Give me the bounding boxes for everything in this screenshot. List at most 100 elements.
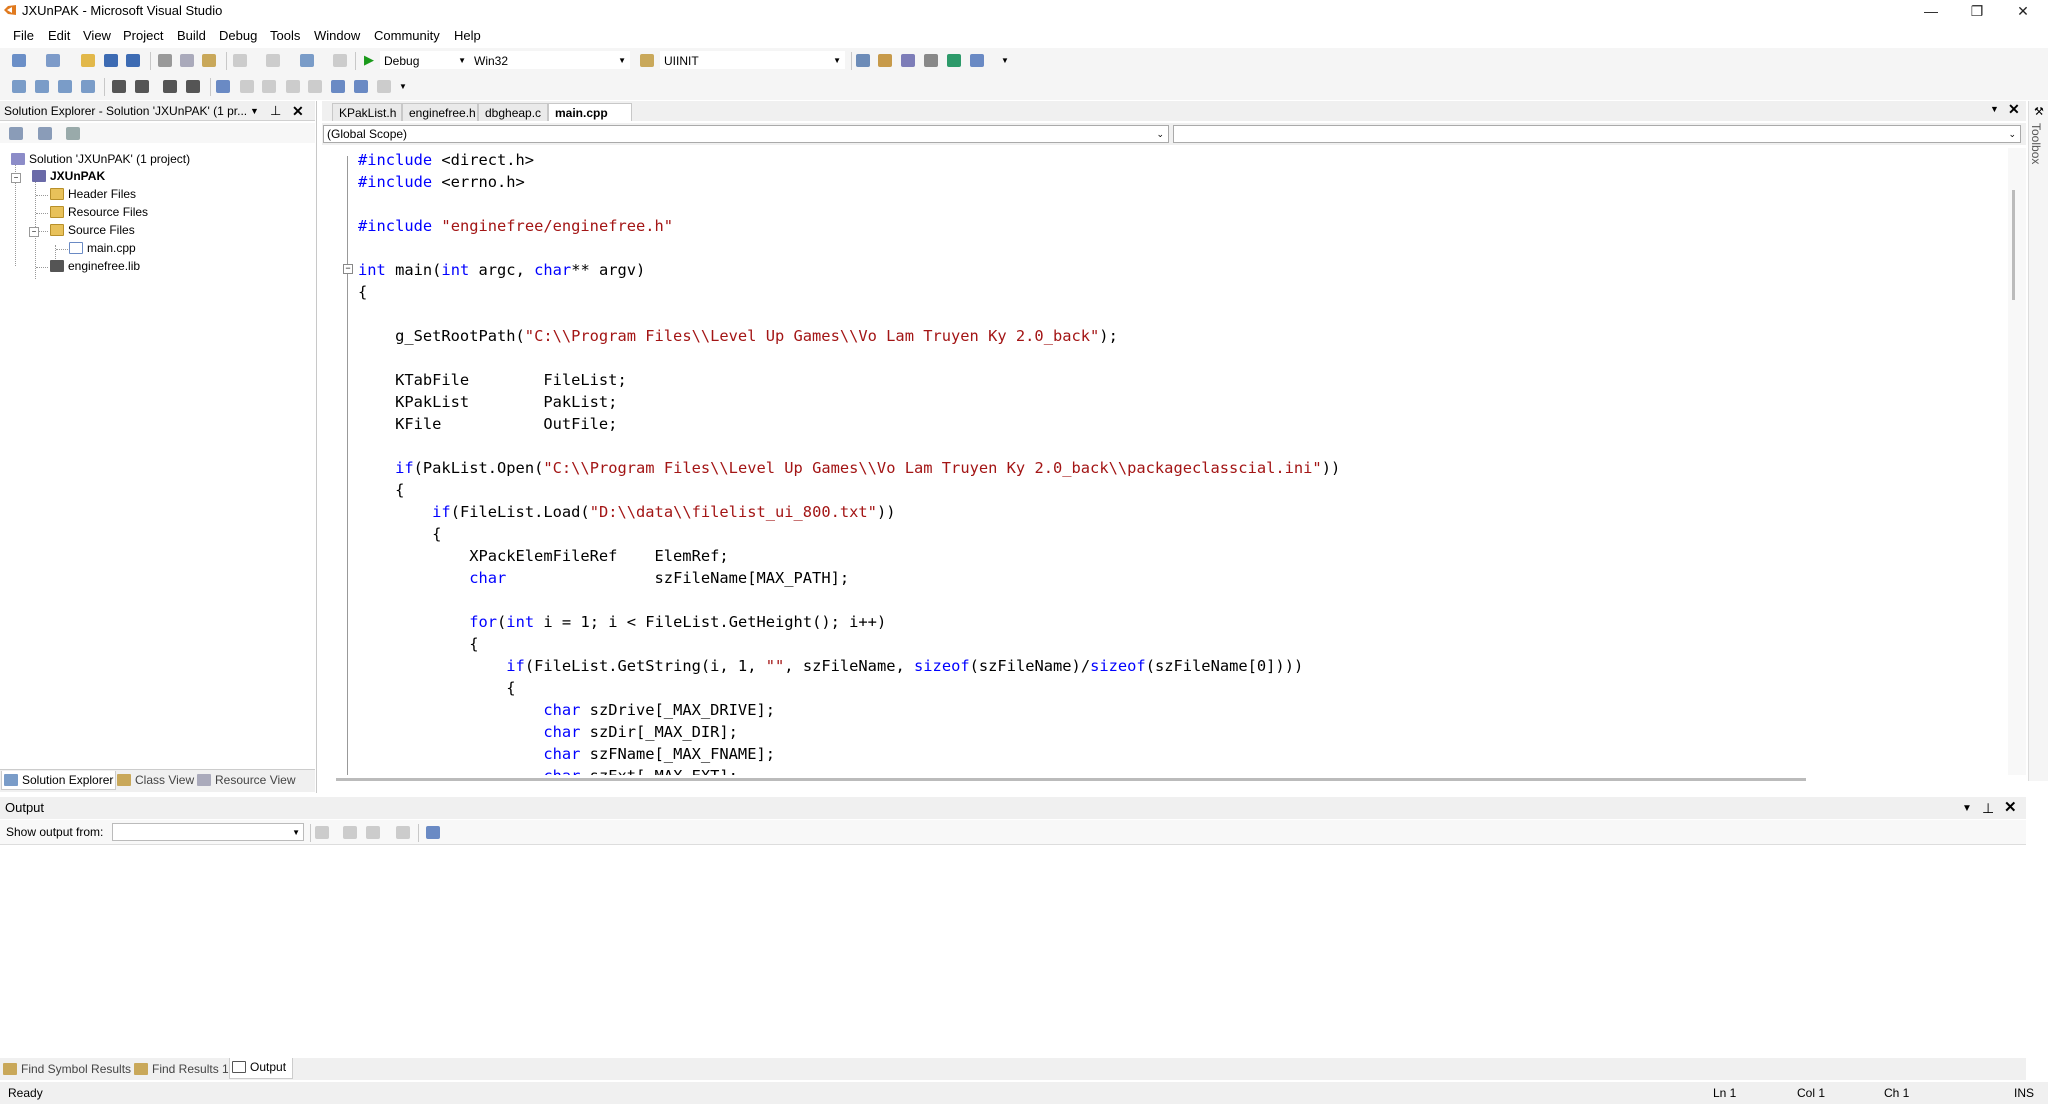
toolbox-icon[interactable] (924, 54, 938, 67)
vertical-scrollbar[interactable] (2008, 148, 2026, 775)
menu-file[interactable]: File (13, 28, 34, 43)
tree-item-project[interactable]: JXUnPAK (32, 168, 105, 185)
start-page-icon[interactable] (947, 54, 961, 67)
tab-find-results-1[interactable]: Find Results 1 (134, 1060, 229, 1078)
increase-indent-icon[interactable] (135, 80, 149, 93)
previous-bookmark-icon[interactable] (240, 80, 254, 93)
decrease-indent-icon[interactable] (112, 80, 126, 93)
toolbox-tab-icon[interactable]: ⚒ (2034, 105, 2044, 118)
auto-hide-pin-icon[interactable]: ⊥ (1982, 797, 1994, 819)
start-debugging-icon[interactable]: ▶ (364, 52, 374, 68)
comment-lines-icon[interactable] (163, 80, 177, 93)
display-quick-info-icon[interactable] (58, 80, 72, 93)
close-panel-icon[interactable]: ✕ (292, 101, 304, 121)
toolbox-tab[interactable]: Toolbox (2029, 123, 2043, 164)
close-document-icon[interactable]: ✕ (2008, 101, 2020, 118)
uncomment-lines-icon[interactable] (186, 80, 200, 93)
tab-solution-explorer[interactable]: Solution Explorer (1, 771, 116, 790)
menu-project[interactable]: Project (123, 28, 163, 43)
properties-icon[interactable] (878, 54, 892, 67)
class-view-icon[interactable] (970, 54, 984, 67)
go-to-previous-message-icon[interactable] (343, 826, 357, 839)
go-to-next-message-icon[interactable] (366, 826, 380, 839)
clear-bookmarks-icon[interactable] (377, 80, 391, 93)
window-position-dropdown-icon[interactable]: ▼ (1962, 798, 1972, 820)
next-bookmark-in-document-icon[interactable] (354, 80, 368, 93)
display-object-member-list-icon[interactable] (12, 80, 26, 93)
menu-build[interactable]: Build (177, 28, 206, 43)
menu-community[interactable]: Community (374, 28, 440, 43)
toggle-bookmark-icon[interactable] (216, 80, 230, 93)
save-all-icon[interactable] (126, 54, 140, 67)
toggle-word-wrap-icon[interactable] (426, 826, 440, 839)
show-all-files-icon[interactable] (38, 127, 52, 140)
tree-item-resource-files[interactable]: Resource Files (50, 204, 148, 221)
complete-word-icon[interactable] (81, 80, 95, 93)
vertical-scroll-thumb[interactable] (2012, 190, 2015, 300)
tree-item-source-files[interactable]: Source Files (50, 222, 135, 239)
save-icon[interactable] (104, 54, 118, 67)
undo-icon[interactable] (233, 54, 247, 67)
active-files-dropdown-icon[interactable]: ▼ (1990, 104, 1999, 114)
collapse-main-icon[interactable]: − (343, 264, 353, 274)
collapse-project-icon[interactable]: − (11, 173, 21, 183)
collapse-source-files-icon[interactable]: − (29, 227, 39, 237)
show-output-from-combo[interactable]: ▼ (112, 823, 304, 841)
tab-kpaklist-h[interactable]: KPakList.h (332, 103, 402, 121)
navigate-backward-icon[interactable] (300, 54, 314, 67)
menu-window[interactable]: Window (314, 28, 360, 43)
add-item-icon[interactable] (46, 54, 60, 67)
tree-item-main-cpp[interactable]: main.cpp (69, 240, 136, 257)
horizontal-scrollbar[interactable] (336, 778, 1806, 781)
output-text-area[interactable] (0, 845, 2026, 1057)
tab-main-cpp[interactable]: main.cpp (548, 103, 632, 121)
refresh-icon[interactable] (66, 127, 80, 140)
navigate-forward-icon[interactable] (333, 54, 347, 67)
menu-edit[interactable]: Edit (48, 28, 70, 43)
find-in-files-icon[interactable] (640, 54, 654, 67)
menu-debug[interactable]: Debug (219, 28, 257, 43)
tab-enginefree-h[interactable]: enginefree.h (402, 103, 478, 121)
object-browser-icon[interactable] (901, 54, 915, 67)
cut-icon[interactable] (158, 54, 172, 67)
tree-item-solution[interactable]: Solution 'JXUnPAK' (1 project) (11, 151, 190, 168)
tree-item-enginefree-lib[interactable]: enginefree.lib (50, 258, 140, 275)
menu-tools[interactable]: Tools (270, 28, 300, 43)
clear-all-icon[interactable] (396, 826, 410, 839)
menu-help[interactable]: Help (454, 28, 481, 43)
tab-output[interactable]: Output (229, 1058, 293, 1079)
close-output-icon[interactable]: ✕ (2004, 797, 2017, 819)
previous-bookmark-in-folder-icon[interactable] (286, 80, 300, 93)
minimize-button[interactable]: — (1908, 0, 1954, 22)
find-message-in-code-icon[interactable] (315, 826, 329, 839)
platform-combo[interactable]: Win32 ▼ (470, 51, 630, 69)
menu-view[interactable]: View (83, 28, 111, 43)
window-position-dropdown-icon[interactable]: ▼ (250, 101, 259, 121)
tree-item-header-files[interactable]: Header Files (50, 186, 136, 203)
next-bookmark-icon[interactable] (262, 80, 276, 93)
solution-explorer-icon[interactable] (856, 54, 870, 67)
toolbar-options-icon[interactable]: ▼ (1001, 56, 1009, 65)
paste-icon[interactable] (202, 54, 216, 67)
tab-dbgheap-c[interactable]: dbgheap.c (478, 103, 548, 121)
maximize-button[interactable]: ❐ (1954, 0, 2000, 22)
next-bookmark-in-folder-icon[interactable] (308, 80, 322, 93)
close-window-button[interactable]: ✕ (2000, 0, 2046, 22)
open-file-icon[interactable] (81, 54, 95, 67)
copy-icon[interactable] (180, 54, 194, 67)
toolbar-options-icon[interactable]: ▼ (399, 82, 407, 91)
tab-resource-view[interactable]: Resource View (197, 771, 295, 789)
previous-bookmark-in-document-icon[interactable] (331, 80, 345, 93)
find-combo[interactable]: UIINIT ▼ (660, 51, 845, 69)
auto-hide-pin-icon[interactable]: ⊥ (270, 101, 281, 121)
scope-combo[interactable]: (Global Scope) ⌄ (323, 125, 1169, 143)
tab-find-symbol-results[interactable]: Find Symbol Results (3, 1060, 131, 1078)
redo-icon[interactable] (266, 54, 280, 67)
code-editor[interactable]: − #include <direct.h> #include <errno.h>… (322, 148, 2008, 775)
properties-icon[interactable] (9, 127, 23, 140)
new-project-icon[interactable] (12, 54, 26, 67)
display-parameter-info-icon[interactable] (35, 80, 49, 93)
member-combo[interactable]: ⌄ (1173, 125, 2021, 143)
tab-class-view[interactable]: Class View (117, 771, 194, 789)
configuration-combo[interactable]: Debug ▼ (380, 51, 470, 69)
